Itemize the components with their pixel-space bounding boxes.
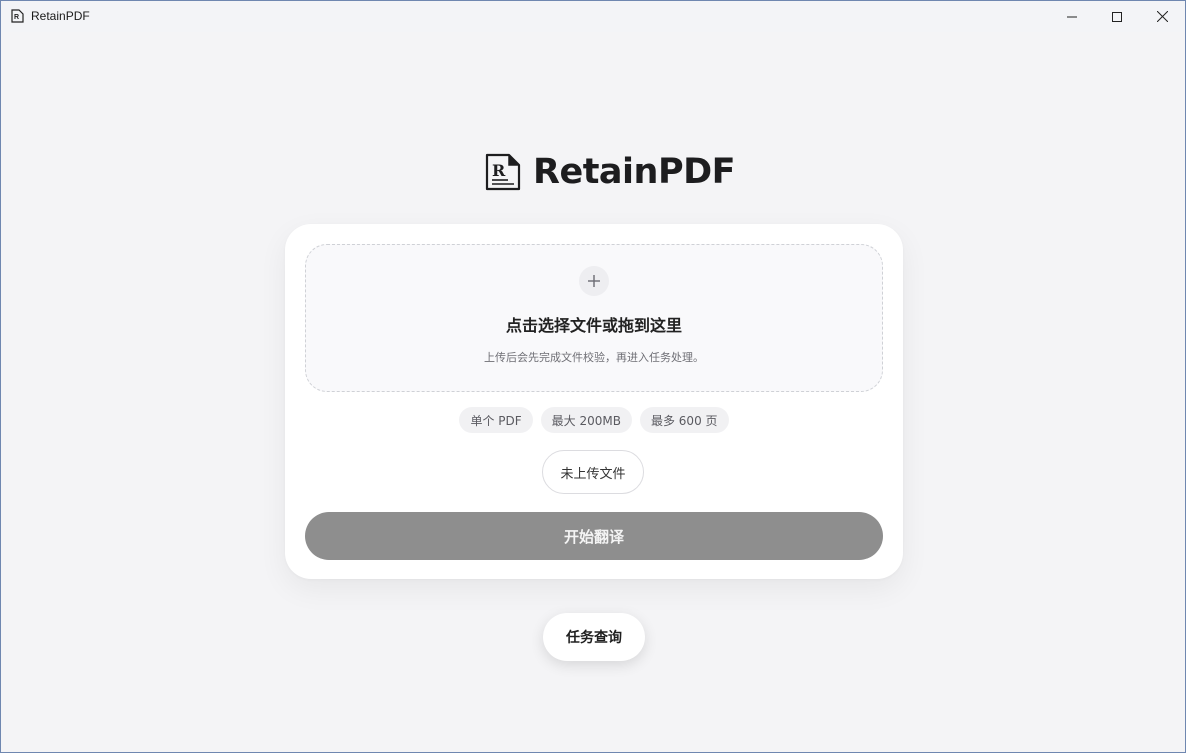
task-query-button[interactable]: 任务查询 [543,613,645,661]
maximize-icon [1112,11,1122,22]
limit-chip-pages: 最多 600 页 [639,407,729,433]
minimize-button[interactable] [1049,1,1095,32]
title-bar: R RetainPDF [1,1,1185,32]
plus-icon[interactable] [579,266,609,296]
upload-card: 点击选择文件或拖到这里 上传后会先完成文件校验，再进入任务处理。 单个 PDF … [285,224,903,579]
start-translation-button[interactable]: 开始翻译 [305,512,883,560]
close-button[interactable] [1139,1,1185,32]
brand-header: R RetainPDF [485,151,736,193]
close-icon [1156,11,1168,22]
file-status-badge: 未上传文件 [542,450,644,494]
limit-chip-format: 单个 PDF [459,407,533,433]
svg-text:R: R [14,14,19,21]
maximize-button[interactable] [1094,1,1140,32]
app-icon: R [11,9,24,23]
document-r-logo-icon: R [485,153,521,191]
limit-chip-size: 最大 200MB [540,407,632,433]
limits-chips: 单个 PDF 最大 200MB 最多 600 页 [285,407,903,433]
file-dropzone[interactable]: 点击选择文件或拖到这里 上传后会先完成文件校验，再进入任务处理。 [305,244,883,392]
svg-text:R: R [492,161,506,180]
brand-name: RetainPDF [533,152,736,192]
window-title: RetainPDF [31,9,90,23]
app-window: R RetainPDF R RetainPDF 点击选择文件或拖到这里 上传后会… [0,0,1186,753]
minimize-icon [1067,16,1077,17]
dropzone-title: 点击选择文件或拖到这里 [505,316,682,335]
dropzone-hint: 上传后会先完成文件校验，再进入任务处理。 [484,351,704,364]
